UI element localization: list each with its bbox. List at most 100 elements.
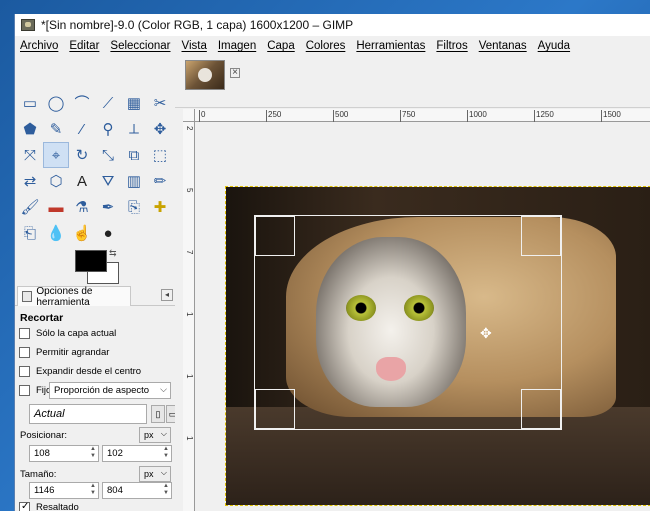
toolbox: ▭ ◯ ⌒ ⟋ ▦ ✂ ⬟ ✎ ⁄ ⚲ ⟂ ✥ ⤧ ⌖ ↻ ⤡ ⧉ ⬚ ⇄ ⬡ A ⛛ ▥ ✏ 🖌 ▬ ⚗ ✒ ⎘ ✚ ⎗ 💧 ☝ ● ⇆ Opc… — [15, 56, 180, 511]
expand-center-row[interactable]: Expandir desde el centro — [19, 366, 141, 377]
move-cursor-icon: ✥ — [480, 325, 492, 341]
text-icon[interactable]: A — [69, 168, 95, 194]
expand-center-checkbox[interactable] — [19, 366, 30, 377]
dodge-burn-icon[interactable]: ● — [95, 220, 121, 246]
gimp-app-icon — [21, 19, 35, 31]
perspective-clone-icon[interactable]: ⎗ — [17, 220, 43, 246]
size-unit-select[interactable]: px ⌵ — [139, 466, 171, 482]
scissors-select-icon[interactable]: ✂ — [147, 90, 173, 116]
ruler-tick: 7 — [185, 250, 194, 255]
bucket-fill-icon[interactable]: ⛛ — [95, 168, 121, 194]
ellipse-select-icon[interactable]: ◯ — [43, 90, 69, 116]
menu-seleccionar[interactable]: Seleccionar — [110, 40, 170, 52]
free-select-icon[interactable]: ⌒ — [69, 90, 95, 116]
crop-handle-top-left[interactable] — [255, 216, 295, 256]
crop-rectangle[interactable] — [254, 215, 562, 430]
fixed-option-value: Proporción de aspecto — [54, 385, 150, 396]
size-width-value: 1146 — [34, 485, 55, 496]
rect-select-icon[interactable]: ▭ — [17, 90, 43, 116]
ink-icon[interactable]: ✒ — [95, 194, 121, 220]
chevron-down-icon: ⌵ — [160, 384, 167, 394]
paths-icon[interactable]: ✎ — [43, 116, 69, 142]
color-picker-icon[interactable]: ⁄ — [69, 116, 95, 142]
current-layer-only-row[interactable]: Sólo la capa actual — [19, 328, 116, 339]
menu-vista[interactable]: Vista — [182, 40, 207, 52]
ruler-tick: 1000 — [467, 110, 487, 122]
menu-ayuda[interactable]: Ayuda — [538, 40, 570, 52]
portrait-button[interactable]: ▯ — [151, 405, 165, 423]
size-unit-value: px — [144, 469, 154, 479]
close-icon[interactable]: × — [230, 68, 240, 78]
ruler-tick: 500 — [332, 110, 349, 122]
allow-growing-checkbox[interactable] — [19, 347, 30, 358]
image-thumbnail-tab[interactable] — [185, 60, 225, 90]
window-title: *[Sin nombre]-9.0 (Color RGB, 1 capa) 16… — [41, 18, 354, 32]
menu-herramientas[interactable]: Herramientas — [356, 40, 425, 52]
size-height-input[interactable]: 804 ▲ ▼ — [102, 482, 172, 499]
position-x-value: 108 — [34, 448, 50, 459]
menu-editar[interactable]: Editar — [69, 40, 99, 52]
menu-capa[interactable]: Capa — [267, 40, 295, 52]
shear-icon[interactable]: ⧉ — [121, 142, 147, 168]
menu-ventanas[interactable]: Ventanas — [479, 40, 527, 52]
pencil-icon[interactable]: ✏ — [147, 168, 173, 194]
ruler-tick: 750 — [399, 110, 416, 122]
heal-icon[interactable]: ✚ — [147, 194, 173, 220]
spin-arrows-icon: ▲ ▼ — [90, 446, 96, 459]
size-width-input[interactable]: 1146 ▲ ▼ — [29, 482, 99, 499]
blend-icon[interactable]: ▥ — [121, 168, 147, 194]
cage-icon[interactable]: ⬡ — [43, 168, 69, 194]
paintbrush-icon[interactable]: 🖌 — [17, 194, 43, 220]
highlight-checkbox[interactable] — [19, 501, 30, 511]
foreground-select-icon[interactable]: ⬟ — [17, 116, 43, 142]
ruler-tick: 1500 — [601, 110, 621, 122]
flip-icon[interactable]: ⇄ — [17, 168, 43, 194]
clone-icon[interactable]: ⎘ — [121, 194, 147, 220]
crop-handle-top-right[interactable] — [521, 216, 561, 256]
fuzzy-select-icon[interactable]: ⟋ — [95, 90, 121, 116]
panel-config-icon[interactable]: ◂ — [161, 289, 173, 301]
color-select-icon[interactable]: ▦ — [121, 90, 147, 116]
horizontal-ruler[interactable]: 0 250 500 750 1000 1250 1500 — [195, 109, 650, 122]
fixed-option-select[interactable]: Proporción de aspecto ⌵ — [49, 382, 171, 399]
menu-filtros[interactable]: Filtros — [436, 40, 467, 52]
blur-icon[interactable]: 💧 — [43, 220, 69, 246]
menu-colores[interactable]: Colores — [306, 40, 346, 52]
measure-icon[interactable]: ⟂ — [121, 116, 147, 142]
ruler-tick: 2 — [185, 126, 194, 131]
airbrush-icon[interactable]: ⚗ — [69, 194, 95, 220]
menu-imagen[interactable]: Imagen — [218, 40, 256, 52]
expand-center-label: Expandir desde el centro — [36, 366, 142, 377]
current-layer-only-checkbox[interactable] — [19, 328, 30, 339]
allow-growing-label: Permitir agrandar — [36, 347, 110, 358]
perspective-icon[interactable]: ⬚ — [147, 142, 173, 168]
swap-colors-icon[interactable]: ⇆ — [109, 248, 117, 259]
crop-handle-bottom-right[interactable] — [521, 389, 561, 429]
allow-growing-row[interactable]: Permitir agrandar — [19, 347, 109, 358]
chevron-down-icon: ⌵ — [160, 468, 167, 477]
vertical-ruler[interactable]: 2 5 7 1 1 1 — [183, 122, 195, 511]
move-icon[interactable]: ✥ — [147, 116, 173, 142]
ruler-tick: 1250 — [534, 110, 554, 122]
scale-icon[interactable]: ⤡ — [95, 142, 121, 168]
crop-icon[interactable]: ⌖ — [43, 142, 69, 168]
position-x-input[interactable]: 108 ▲ ▼ — [29, 445, 99, 462]
position-unit-select[interactable]: px ⌵ — [139, 427, 171, 443]
tab-tool-options[interactable]: Opciones de herramienta — [17, 286, 131, 308]
align-icon[interactable]: ⤧ — [17, 142, 43, 168]
smudge-icon[interactable]: ☝ — [69, 220, 95, 246]
fixed-checkbox[interactable] — [19, 385, 30, 396]
highlight-row[interactable]: Resaltado — [19, 501, 79, 511]
zoom-icon[interactable]: ⚲ — [95, 116, 121, 142]
menu-archivo[interactable]: Archivo — [20, 40, 58, 52]
size-height-value: 804 — [107, 485, 123, 496]
eraser-icon[interactable]: ▬ — [43, 194, 69, 220]
canvas[interactable]: ✥ — [195, 122, 650, 511]
aspect-entry[interactable]: Actual — [29, 404, 147, 424]
crop-handle-bottom-left[interactable] — [255, 389, 295, 429]
rotate-icon[interactable]: ↻ — [69, 142, 95, 168]
spin-arrows-icon: ▲ ▼ — [90, 483, 96, 496]
cat-photo[interactable]: ✥ — [225, 186, 650, 506]
foreground-color-swatch[interactable] — [75, 250, 107, 272]
position-y-input[interactable]: 102 ▲ ▼ — [102, 445, 172, 462]
